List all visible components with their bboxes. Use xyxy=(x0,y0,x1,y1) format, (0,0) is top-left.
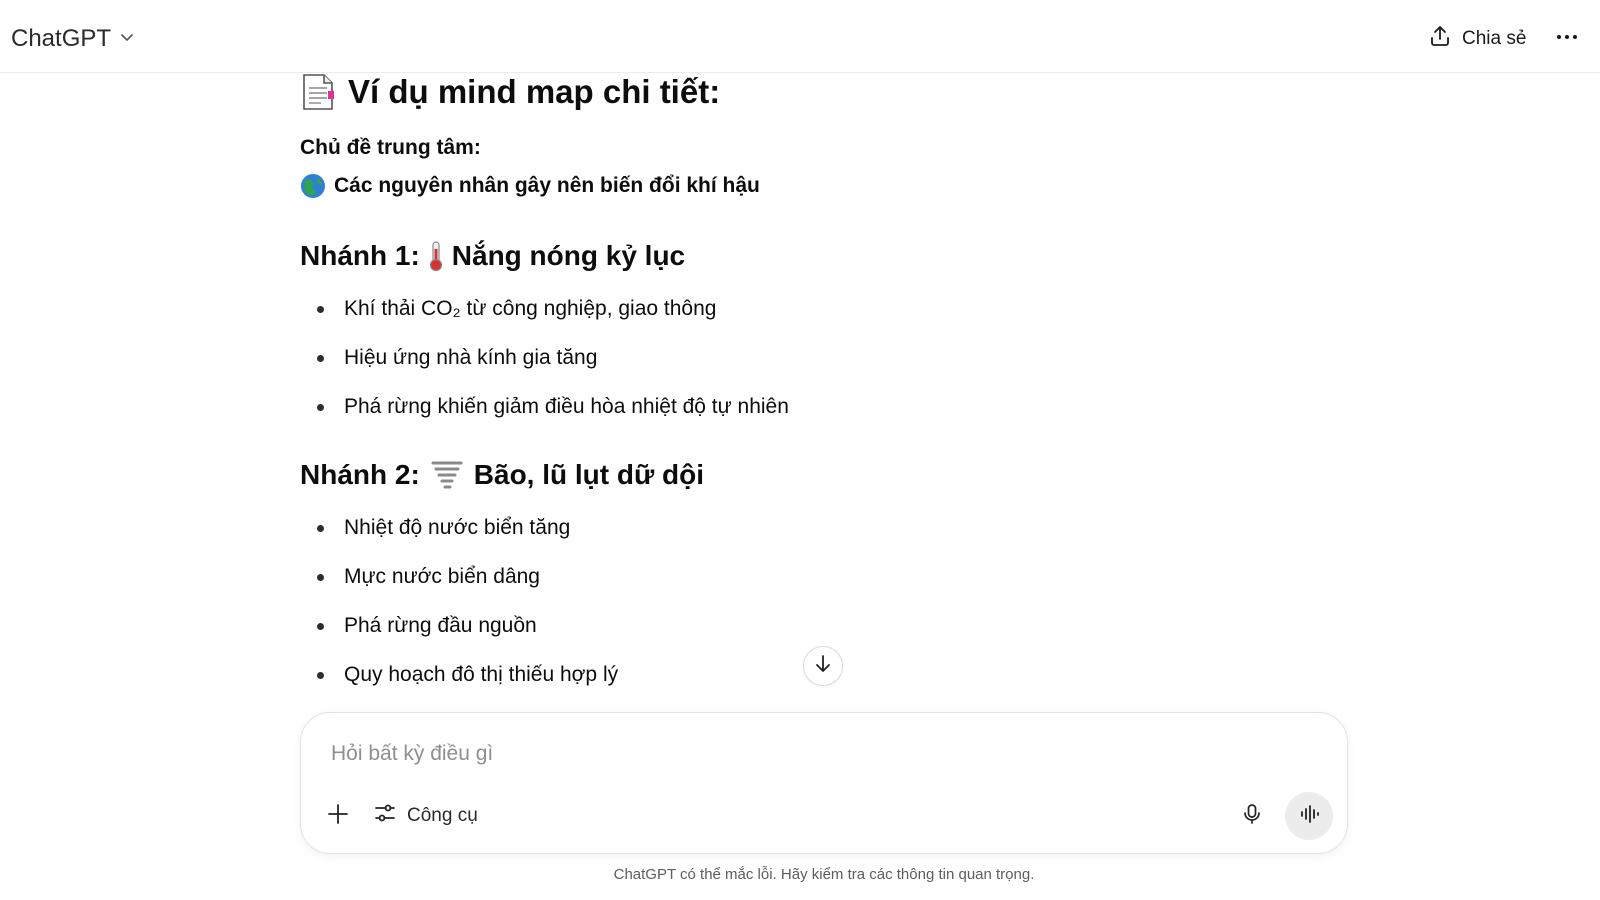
list-item: Phá rừng đầu nguồn xyxy=(300,611,618,660)
tornado-icon xyxy=(430,459,464,491)
share-icon xyxy=(1428,24,1452,54)
ellipsis-icon xyxy=(1555,25,1579,54)
waveform-icon xyxy=(1297,802,1321,831)
more-options-button[interactable] xyxy=(1550,22,1584,56)
heading-text: Ví dụ mind map chi tiết: xyxy=(348,73,721,110)
list-item: Nhiệt độ nước biển tăng xyxy=(300,513,618,562)
sliders-icon xyxy=(373,801,397,831)
disclaimer-text: ChatGPT có thể mắc lỗi. Hãy kiểm tra các… xyxy=(613,866,1035,883)
branch-name: Nắng nóng kỷ lục xyxy=(451,240,686,271)
center-topic-text: Các nguyên nhân gây nên biến đổi khí hậu xyxy=(334,174,760,197)
center-topic: Các nguyên nhân gây nên biến đổi khí hậu xyxy=(300,173,760,199)
prompt-input[interactable] xyxy=(329,735,1293,773)
message-heading: Ví dụ mind map chi tiết: xyxy=(300,73,720,111)
plus-icon xyxy=(326,802,350,831)
list-item: Hiệu ứng nhà kính gia tăng xyxy=(300,343,789,392)
thermometer-icon xyxy=(426,240,446,272)
add-attachment-button[interactable] xyxy=(319,797,357,835)
branch-items-list: Khí thải CO₂ từ công nghiệp, giao thông … xyxy=(300,294,789,441)
list-item: Khí thải CO₂ từ công nghiệp, giao thông xyxy=(300,294,789,343)
center-topic-label: Chủ đề trung tâm: xyxy=(300,136,481,159)
branch-prefix: Nhánh 1: xyxy=(300,240,420,271)
model-name: ChatGPT xyxy=(11,25,112,52)
list-item: Phá rừng khiến giảm điều hòa nhiệt độ tự… xyxy=(300,392,789,441)
dictate-button[interactable] xyxy=(1233,797,1271,835)
branch-heading: Nhánh 2: Bão, lũ lụt dữ dội xyxy=(300,459,704,491)
voice-mode-button[interactable] xyxy=(1285,792,1333,840)
document-icon xyxy=(300,73,336,111)
arrow-down-icon xyxy=(812,653,834,680)
top-bar: ChatGPT Chia sẻ xyxy=(0,0,1600,73)
scroll-to-bottom-button[interactable] xyxy=(803,646,843,686)
tools-label: Công cụ xyxy=(407,805,478,826)
tools-button[interactable]: Công cụ xyxy=(373,797,478,835)
list-item: Mực nước biển dâng xyxy=(300,562,618,611)
share-button[interactable]: Chia sẻ xyxy=(1428,22,1526,56)
globe-icon xyxy=(300,173,326,199)
chevron-down-icon xyxy=(119,29,135,50)
message-composer: Công cụ xyxy=(300,712,1348,854)
branch-heading: Nhánh 1: Nắng nóng kỷ lục xyxy=(300,240,685,272)
branch-name: Bão, lũ lụt dữ dội xyxy=(473,459,705,490)
model-switcher[interactable]: ChatGPT xyxy=(11,22,135,56)
list-item: Quy hoạch đô thị thiếu hợp lý xyxy=(300,660,618,709)
branch-items-list: Nhiệt độ nước biển tăng Mực nước biển dâ… xyxy=(300,513,618,709)
microphone-icon xyxy=(1240,802,1264,831)
share-label: Chia sẻ xyxy=(1462,28,1527,49)
branch-prefix: Nhánh 2: xyxy=(300,459,420,490)
